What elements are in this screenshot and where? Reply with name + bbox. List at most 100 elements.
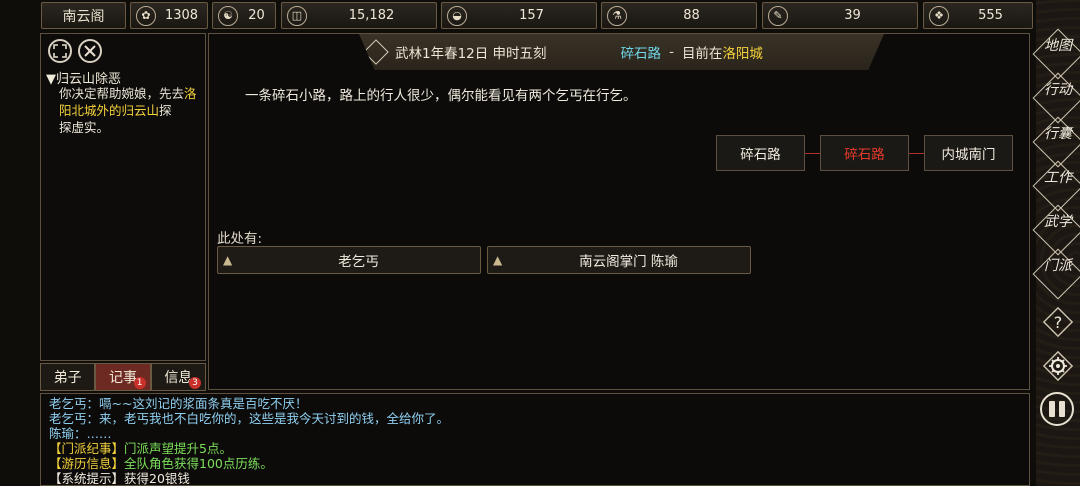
quest-text: 你决定帮助婉娘，先去 (59, 86, 185, 101)
message-log[interactable]: 老乞丐：嗝~~这刘记的浆面条真是百吃不厌！ 老乞丐：来，老丐我也不白吃你的，这些… (40, 393, 1030, 486)
map-node-label: 碎石路 (740, 147, 781, 163)
map-node-east[interactable]: 内城南门 (924, 135, 1013, 171)
resource-coin[interactable]: ◫ 15,182 (281, 2, 437, 29)
person-icon: ▲ (493, 253, 503, 267)
close-icon (84, 45, 96, 57)
sect-name-button[interactable]: 南云阁 (41, 2, 126, 29)
npc-name: 老乞丐 (338, 254, 379, 270)
mortar-icon: ⚗ (607, 5, 627, 26)
map-node-label: 碎石路 (844, 147, 885, 163)
map-connector (909, 153, 924, 154)
tab-journal[interactable]: 记事 1 (95, 363, 151, 391)
menu-label: 工作 (1044, 170, 1072, 186)
notification-badge: 3 (188, 377, 201, 389)
menu-label: 门派 (1044, 258, 1072, 274)
resource-value: 1308 (164, 8, 199, 23)
settings-button[interactable] (1040, 348, 1076, 384)
resource-value: 20 (248, 8, 265, 23)
pause-icon (1059, 401, 1065, 417)
expand-icon (53, 44, 67, 58)
tab-messages[interactable]: 信息 3 (150, 363, 206, 391)
pause-icon (1049, 401, 1055, 417)
current-city-label: 目前在洛阳城 (682, 42, 763, 62)
scene-description: 一条碎石小路，路上的行人很少，偶尔能看见有两个乞丐在行乞。 (245, 88, 637, 104)
diamond-frame-icon (1032, 72, 1080, 124)
diamond-frame-icon (1032, 248, 1080, 300)
log-text: 全队角色获得100点历练。 (124, 456, 273, 471)
npc-button[interactable]: ▲ 南云阁掌门 陈瑜 (487, 246, 751, 274)
expand-button[interactable] (48, 39, 72, 63)
log-line: 【游历信息】全队角色获得100点历练。 (49, 456, 1021, 471)
city-name: 洛阳城 (722, 46, 763, 62)
ore-icon: ❖ (929, 5, 949, 26)
rice-bowl-icon: ◒ (447, 5, 467, 26)
log-line: 陈瑜：…… (49, 426, 112, 441)
quest-text: 探 (159, 103, 172, 118)
gear-icon (1042, 350, 1074, 382)
menu-label: 武学 (1044, 214, 1072, 230)
separator: - (669, 44, 674, 60)
calendar-icon (363, 39, 389, 65)
pause-button[interactable] (1040, 392, 1074, 426)
log-tag: 【系统提示】 (49, 471, 125, 486)
menu-label: 行动 (1044, 82, 1072, 98)
coin-icon: ◫ (287, 5, 307, 26)
resource-value: 157 (519, 8, 544, 23)
log-text: 获得20银钱 (124, 471, 190, 486)
diamond-frame-icon (1032, 116, 1080, 168)
resource-ore[interactable]: ❖ 555 (923, 2, 1033, 29)
resource-value: 555 (978, 8, 1003, 23)
location-header: 武林1年春12日 申时五刻 碎石路 - 目前在洛阳城 (359, 34, 884, 70)
quest-description: 你决定帮助婉娘，先去洛阳北城外的归云山探 探虚实。 (59, 85, 205, 136)
diamond-frame-icon (1032, 160, 1080, 212)
map-node-label: 内城南门 (941, 147, 996, 163)
lotus-icon: ✿ (136, 5, 156, 26)
resource-scroll[interactable]: ✎ 39 (762, 2, 918, 29)
npc-name: 南云阁掌门 陈瑜 (579, 254, 678, 270)
map-connector (805, 153, 820, 154)
log-line: 老乞丐：来，老丐我也不白吃你的，这些是我今天讨到的钱，全给你了。 (49, 411, 450, 426)
resource-yinyang[interactable]: ☯ 20 (212, 2, 276, 29)
present-label: 此处有: (217, 231, 263, 247)
resource-lotus[interactable]: ✿ 1308 (130, 2, 208, 29)
location-name: 碎石路 (620, 46, 662, 62)
resource-medicine[interactable]: ⚗ 88 (601, 2, 757, 29)
game-date: 武林1年春12日 申时五刻 (395, 46, 547, 62)
log-line: 老乞丐：嗝~~这刘记的浆面条真是百吃不厌！ (49, 396, 308, 411)
quest-panel: ▼归云山除恶 你决定帮助婉娘，先去洛阳北城外的归云山探 探虚实。 (40, 33, 206, 361)
left-tabs: 弟子 记事 1 信息 3 (40, 363, 206, 391)
log-text: 门派声望提升5点。 (124, 441, 232, 456)
resource-food[interactable]: ◒ 157 (441, 2, 597, 29)
help-icon: ? (1042, 306, 1074, 338)
scene-panel: 武林1年春12日 申时五刻 碎石路 - 目前在洛阳城 一条碎石小路，路上的行人很… (208, 33, 1030, 390)
quest-text: 探虚实。 (59, 120, 110, 135)
menu-label: 行囊 (1044, 126, 1072, 142)
help-button[interactable]: ? (1040, 304, 1076, 340)
menu-label: 地图 (1044, 38, 1072, 54)
resource-value: 88 (683, 8, 700, 23)
map-node-current[interactable]: 碎石路 (820, 135, 909, 171)
notification-badge: 1 (133, 377, 146, 389)
yinyang-icon: ☯ (218, 5, 238, 26)
map-node-west[interactable]: 碎石路 (716, 135, 805, 171)
current-prefix: 目前在 (681, 46, 723, 62)
right-menu: 地图 行动 行囊 工作 武学 门派 ? (1032, 0, 1080, 486)
tab-label: 记事 (108, 370, 137, 386)
close-button[interactable] (78, 39, 102, 63)
log-line: 【门派纪事】门派声望提升5点。 (49, 441, 1021, 456)
resource-bar: 南云阁 ✿ 1308 ☯ 20 ◫ 15,182 ◒ 157 ⚗ 88 ✎ 39… (0, 0, 1080, 32)
resource-value: 39 (844, 8, 861, 23)
tab-label: 弟子 (53, 370, 82, 386)
diamond-frame-icon (1032, 204, 1080, 256)
npc-button[interactable]: ▲ 老乞丐 (217, 246, 481, 274)
diamond-frame-icon (1032, 28, 1080, 80)
log-tag: 【游历信息】 (49, 456, 125, 471)
sect-name: 南云阁 (62, 8, 105, 25)
tab-disciples[interactable]: 弟子 (40, 363, 96, 391)
svg-text:?: ? (1054, 313, 1063, 332)
log-tag: 【门派纪事】 (49, 441, 125, 456)
person-icon: ▲ (223, 253, 233, 267)
resource-value: 15,182 (348, 8, 395, 23)
scroll-icon: ✎ (768, 5, 788, 26)
log-line: 【系统提示】获得20银钱 (49, 471, 1021, 486)
